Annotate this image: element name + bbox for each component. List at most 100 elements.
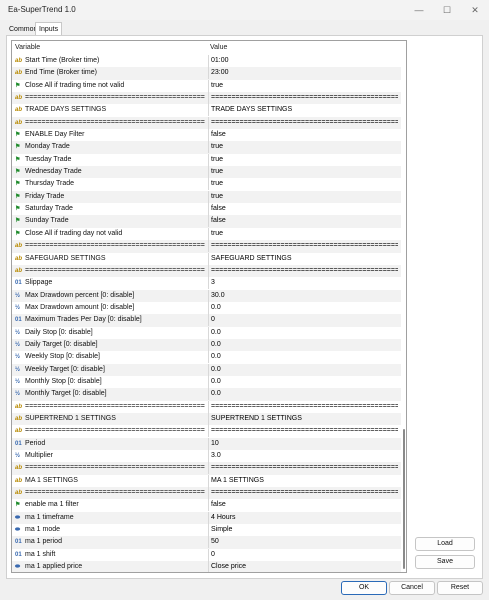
- param-value-cell[interactable]: 10: [208, 437, 398, 450]
- vertical-scrollbar[interactable]: [401, 41, 406, 572]
- table-row[interactable]: ½ Weekly Stop [0: disable] 0.0: [12, 351, 401, 364]
- param-value-cell[interactable]: false: [208, 203, 398, 216]
- param-value-cell[interactable]: true: [208, 153, 398, 166]
- table-row[interactable]: ⚑ enable ma 1 filter false: [12, 499, 401, 512]
- table-row[interactable]: ⬬ ma 1 timeframe 4 Hours: [12, 511, 401, 525]
- table-row[interactable]: ½ Multiplier 3.0: [12, 450, 401, 462]
- param-value-cell[interactable]: ========================================…: [208, 425, 398, 438]
- param-value-cell[interactable]: ========================================…: [208, 264, 398, 277]
- table-row[interactable]: ⚑ Thursday Trade true: [12, 178, 401, 191]
- table-row[interactable]: ½ Daily Stop [0: disable] 0.0: [12, 326, 401, 339]
- load-button[interactable]: Load: [415, 537, 475, 551]
- param-value-cell[interactable]: MA 1 SETTINGS: [208, 474, 398, 487]
- param-name-cell: ⚑ Friday Trade: [15, 191, 205, 203]
- table-row[interactable]: ½ Daily Target [0: disable] 0.0: [12, 338, 401, 352]
- save-button[interactable]: Save: [415, 555, 475, 569]
- ok-button[interactable]: OK: [341, 581, 387, 595]
- param-value-cell[interactable]: 01:00: [208, 55, 398, 67]
- param-value-cell[interactable]: 0.0: [208, 326, 398, 339]
- table-row[interactable]: ⚑ Wednesday Trade true: [12, 166, 401, 179]
- param-value-cell[interactable]: 0.0: [208, 351, 398, 364]
- param-value-cell[interactable]: true: [208, 190, 398, 203]
- table-row[interactable]: ab SAFEGUARD SETTINGS SAFEGUARD SETTINGS: [12, 252, 401, 265]
- param-name: Friday Trade: [25, 192, 65, 200]
- table-row[interactable]: ⬬ ma 1 mode Simple: [12, 524, 401, 537]
- minimize-button[interactable]: —: [412, 4, 426, 16]
- param-value-cell[interactable]: true: [208, 141, 398, 154]
- table-row[interactable]: 01 ma 1 shift 0: [12, 548, 401, 561]
- table-row[interactable]: ½ Monthly Stop [0: disable] 0.0: [12, 375, 401, 388]
- table-row[interactable]: ⚑ Monday Trade true: [12, 141, 401, 154]
- table-row[interactable]: ⚑ Tuesday Trade true: [12, 153, 401, 166]
- table-row[interactable]: ⚑ Saturday Trade false: [12, 203, 401, 216]
- table-row[interactable]: ab ======================================…: [12, 400, 401, 413]
- value-column-header[interactable]: Value: [210, 44, 227, 51]
- param-value-cell[interactable]: 30.0: [208, 289, 398, 302]
- variable-column-header[interactable]: Variable: [15, 44, 40, 51]
- scrollbar-thumb[interactable]: [403, 429, 405, 569]
- param-value-cell[interactable]: TRADE DAYS SETTINGS: [208, 104, 398, 117]
- param-value-cell[interactable]: false: [208, 499, 398, 512]
- param-value-cell[interactable]: 0.0: [208, 338, 398, 351]
- param-value-cell[interactable]: 0.0: [208, 375, 398, 388]
- table-row[interactable]: ⚑ Friday Trade true: [12, 190, 401, 204]
- table-row[interactable]: ½ Max Drawdown percent [0: disable] 30.0: [12, 289, 401, 302]
- param-name: Weekly Stop [0: disable]: [25, 353, 100, 361]
- table-row[interactable]: ⚑ Close All if trading time not valid true: [12, 79, 401, 92]
- param-value-cell[interactable]: 0: [208, 548, 398, 561]
- reset-button[interactable]: Reset: [437, 581, 483, 595]
- param-value-cell[interactable]: 3: [208, 277, 398, 290]
- table-row[interactable]: ⚑ ENABLE Day Filter false: [12, 129, 401, 142]
- table-row[interactable]: 01 Slippage 3: [12, 277, 401, 290]
- param-value-cell[interactable]: true: [208, 166, 398, 179]
- param-value-cell[interactable]: SAFEGUARD SETTINGS: [208, 252, 398, 265]
- close-button[interactable]: ✕: [468, 4, 482, 16]
- table-row[interactable]: ab ======================================…: [12, 264, 401, 278]
- param-value-cell[interactable]: ========================================…: [208, 92, 398, 105]
- param-value-cell[interactable]: true: [208, 79, 398, 92]
- param-value-cell[interactable]: 0.0: [208, 301, 398, 314]
- param-value-cell[interactable]: ========================================…: [208, 400, 398, 413]
- table-row[interactable]: ab ======================================…: [12, 487, 401, 500]
- param-value-cell[interactable]: ========================================…: [208, 462, 398, 475]
- table-row[interactable]: ⬬ ma 1 applied price Close price: [12, 561, 401, 572]
- param-value-cell[interactable]: 0.0: [208, 363, 398, 376]
- table-row[interactable]: ab Start Time (Broker time) 01:00: [12, 55, 401, 67]
- table-row[interactable]: ab ======================================…: [12, 462, 401, 475]
- table-row[interactable]: ab End Time (Broker time) 23:00: [12, 67, 401, 80]
- table-row[interactable]: ab ======================================…: [12, 116, 401, 130]
- table-row[interactable]: ½ Weekly Target [0: disable] 0.0: [12, 363, 401, 376]
- table-row[interactable]: 01 Period 10: [12, 437, 401, 450]
- table-row[interactable]: ab ======================================…: [12, 425, 401, 438]
- param-value-cell[interactable]: false: [208, 215, 398, 228]
- table-row[interactable]: ab MA 1 SETTINGS MA 1 SETTINGS: [12, 474, 401, 487]
- param-value-cell[interactable]: 0: [208, 314, 398, 327]
- param-value-cell[interactable]: ========================================…: [208, 487, 398, 500]
- param-value-cell[interactable]: ========================================…: [208, 116, 398, 129]
- param-value-cell[interactable]: Simple: [208, 524, 398, 537]
- maximize-button[interactable]: ☐: [440, 4, 454, 16]
- table-row[interactable]: 01 ma 1 period 50: [12, 536, 401, 549]
- tab-inputs[interactable]: Inputs: [35, 22, 63, 35]
- param-value-cell[interactable]: 4 Hours: [208, 511, 398, 524]
- param-value-cell[interactable]: 23:00: [208, 67, 398, 80]
- table-row[interactable]: ab ======================================…: [12, 92, 401, 105]
- param-value-cell[interactable]: 0.0: [208, 388, 398, 401]
- table-row[interactable]: ab ======================================…: [12, 240, 401, 253]
- param-value-cell[interactable]: Close price: [208, 561, 398, 572]
- table-row[interactable]: ab TRADE DAYS SETTINGS TRADE DAYS SETTINGS: [12, 104, 401, 117]
- table-row[interactable]: ½ Monthly Target [0: disable] 0.0: [12, 388, 401, 401]
- param-value-cell[interactable]: SUPERTREND 1 SETTINGS: [208, 412, 398, 425]
- table-row[interactable]: ½ Max Drawdown amount [0: disable] 0.0: [12, 301, 401, 314]
- cancel-button[interactable]: Cancel: [389, 581, 435, 595]
- param-value-cell[interactable]: true: [208, 178, 398, 191]
- table-row[interactable]: ab SUPERTREND 1 SETTINGS SUPERTREND 1 SETT…: [12, 412, 401, 426]
- table-row[interactable]: ⚑ Close All if trading day not valid true: [12, 227, 401, 240]
- param-value-cell[interactable]: false: [208, 129, 398, 142]
- table-row[interactable]: ⚑ Sunday Trade false: [12, 215, 401, 228]
- param-value-cell[interactable]: ========================================…: [208, 240, 398, 253]
- table-row[interactable]: 01 Maximum Trades Per Day [0: disable] 0: [12, 314, 401, 327]
- param-value-cell[interactable]: 3.0: [208, 450, 398, 462]
- param-value-cell[interactable]: 50: [208, 536, 398, 549]
- param-value-cell[interactable]: true: [208, 227, 398, 240]
